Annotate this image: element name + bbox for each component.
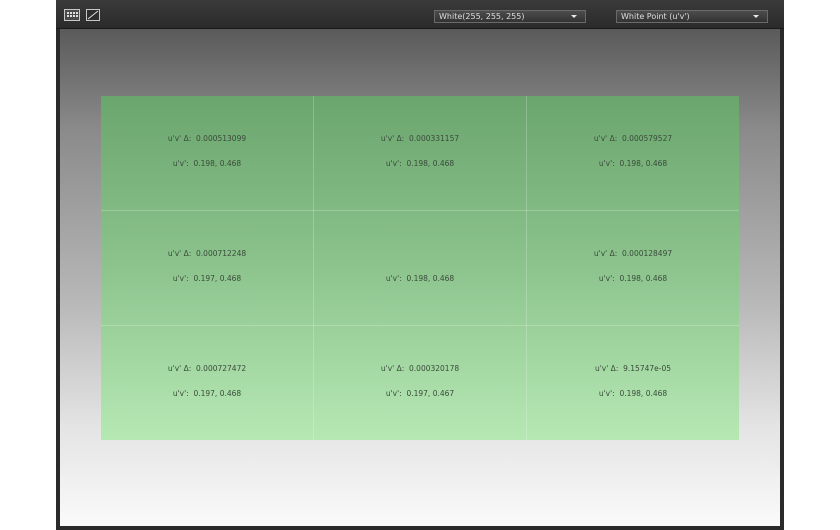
uv-line: u'v': 0.197, 0.468 [101,274,313,283]
uv-value: 0.198, 0.468 [619,389,668,398]
chevron-down-icon [753,15,759,18]
curve-view-button[interactable] [86,9,100,21]
grid-cell-reference[interactable]: u'v': 0.198, 0.468 [314,211,526,325]
grid-cell[interactable]: u'v' Δ: 0.000513099 u'v': 0.198, 0.468 [101,96,313,210]
uv-line: u'v': 0.198, 0.468 [527,389,739,398]
grid-cell[interactable]: u'v' Δ: 0.000128497 u'v': 0.198, 0.468 [527,211,739,325]
uv-line: u'v': 0.197, 0.468 [101,389,313,398]
delta-value: 0.000128497 [622,249,673,258]
grid-cell[interactable]: u'v' Δ: 0.000579527 u'v': 0.198, 0.468 [527,96,739,210]
delta-value: 0.000320178 [409,364,460,373]
grid-cell[interactable]: u'v' Δ: 0.000320178 u'v': 0.197, 0.467 [314,326,526,440]
delta-line: u'v' Δ: 0.000727472 [101,364,313,373]
uv-value: 0.197, 0.468 [193,274,242,283]
grid-view-button[interactable] [64,9,80,21]
uv-label: u'v': [385,274,402,283]
grid-icon [65,10,79,20]
uv-label: u'v': [598,274,615,283]
uv-value: 0.198, 0.468 [193,159,242,168]
delta-value: 0.000513099 [196,134,247,143]
delta-value: 0.000712248 [196,249,247,258]
uv-label: u'v': [172,389,189,398]
delta-value: 0.000331157 [409,134,460,143]
delta-label: u'v' Δ: [594,364,619,373]
delta-label: u'v' Δ: [167,134,192,143]
grid-cell[interactable]: u'v' Δ: 0.000727472 u'v': 0.197, 0.468 [101,326,313,440]
delta-value: 9.15747e-05 [623,364,672,373]
measurement-mode-select[interactable]: White Point (u'v') [616,10,768,23]
uv-label: u'v': [598,389,615,398]
uv-value: 0.198, 0.468 [619,274,668,283]
uv-line: u'v': 0.198, 0.468 [314,274,526,283]
color-select-value: White(255, 255, 255) [439,12,525,21]
uv-value: 0.198, 0.468 [406,159,455,168]
uv-label: u'v': [385,159,402,168]
uv-value: 0.197, 0.467 [406,389,455,398]
color-select[interactable]: White(255, 255, 255) [434,10,586,23]
delta-line: u'v' Δ: 0.000579527 [527,134,739,143]
delta-line: u'v' Δ: 0.000712248 [101,249,313,258]
delta-value: 0.000727472 [196,364,247,373]
delta-line: u'v' Δ: 0.000128497 [527,249,739,258]
grid-cell[interactable]: u'v' Δ: 0.000331157 u'v': 0.198, 0.468 [314,96,526,210]
measurement-mode-value: White Point (u'v') [621,12,690,21]
delta-label: u'v' Δ: [593,134,618,143]
delta-line: u'v' Δ: 9.15747e-05 [527,364,739,373]
grid-cell[interactable]: u'v' Δ: 9.15747e-05 u'v': 0.198, 0.468 [527,326,739,440]
uv-line: u'v': 0.198, 0.468 [527,274,739,283]
app-window: White(255, 255, 255) White Point (u'v') … [56,0,784,530]
uv-label: u'v': [385,389,402,398]
delta-label: u'v' Δ: [167,364,192,373]
delta-label: u'v' Δ: [380,364,405,373]
uv-value: 0.198, 0.468 [406,274,455,283]
grid-cell[interactable]: u'v' Δ: 0.000712248 u'v': 0.197, 0.468 [101,211,313,325]
delta-line: u'v' Δ: 0.000320178 [314,364,526,373]
curve-icon [87,10,99,20]
delta-label: u'v' Δ: [167,249,192,258]
uniformity-grid: u'v' Δ: 0.000513099 u'v': 0.198, 0.468 u… [101,96,739,440]
uv-line: u'v': 0.198, 0.468 [527,159,739,168]
uv-value: 0.197, 0.468 [193,389,242,398]
uv-label: u'v': [172,159,189,168]
delta-value: 0.000579527 [622,134,673,143]
canvas-area: u'v' Δ: 0.000513099 u'v': 0.198, 0.468 u… [60,29,780,526]
delta-line: u'v' Δ: 0.000513099 [101,134,313,143]
delta-label: u'v' Δ: [593,249,618,258]
chevron-down-icon [571,15,577,18]
uv-value: 0.198, 0.468 [619,159,668,168]
uv-line: u'v': 0.197, 0.467 [314,389,526,398]
uv-line: u'v': 0.198, 0.468 [314,159,526,168]
delta-line: u'v' Δ: 0.000331157 [314,134,526,143]
uv-line: u'v': 0.198, 0.468 [101,159,313,168]
uv-label: u'v': [172,274,189,283]
toolbar: White(255, 255, 255) White Point (u'v') [56,0,784,29]
delta-label: u'v' Δ: [380,134,405,143]
uv-label: u'v': [598,159,615,168]
